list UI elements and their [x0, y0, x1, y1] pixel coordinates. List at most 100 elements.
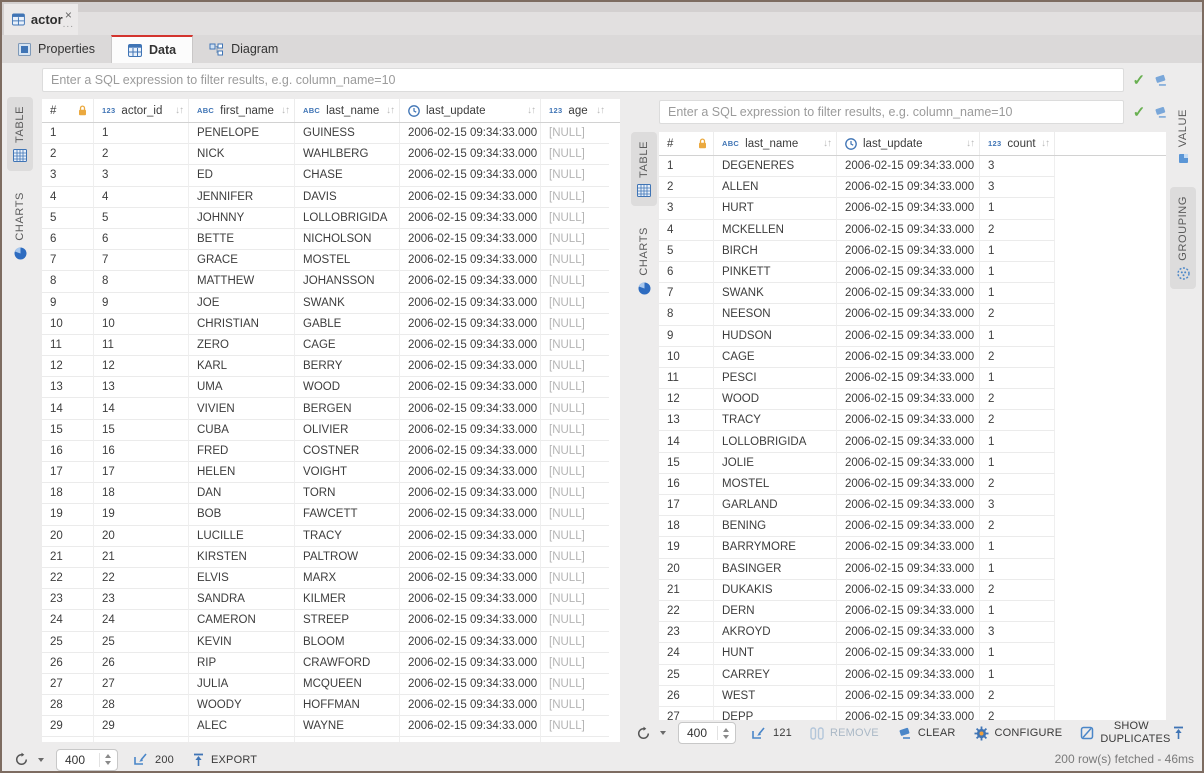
last-name-cell[interactable]: HUNT [714, 643, 837, 664]
last-update-cell[interactable]: 2006-02-15 09:34:33.000 [400, 504, 541, 525]
age-cell[interactable]: [NULL] [541, 314, 609, 335]
last-update-cell[interactable]: 2006-02-15 09:34:33.000 [837, 326, 980, 347]
last-name-cell[interactable]: COSTNER [295, 441, 400, 462]
last-update-cell[interactable]: 2006-02-15 09:34:33.000 [400, 208, 541, 229]
fetch-size-input[interactable] [57, 753, 95, 767]
last-update-cell[interactable]: 2006-02-15 09:34:33.000 [400, 398, 541, 419]
sort-icon[interactable]: ↓↑ [966, 138, 979, 149]
column-header-age[interactable]: 123 age ↓↑ [541, 99, 609, 122]
last-update-cell[interactable]: 2006-02-15 09:34:33.000 [400, 293, 541, 314]
last-update-cell[interactable]: 2006-02-15 09:34:33.000 [837, 516, 980, 537]
tab-overflow-icon[interactable]: ... [63, 20, 74, 29]
count-cell[interactable]: 2 [980, 347, 1055, 368]
actor-id-cell[interactable]: 8 [94, 271, 189, 292]
filter-input-grouping[interactable] [659, 100, 1124, 124]
last-name-cell[interactable]: SWANK [714, 283, 837, 304]
row-number-cell[interactable]: 4 [42, 187, 94, 208]
last-name-cell[interactable]: ALLEN [714, 177, 837, 198]
actor-id-cell[interactable]: 16 [94, 441, 189, 462]
count-cell[interactable]: 3 [980, 177, 1055, 198]
last-name-cell[interactable]: BLOOM [295, 632, 400, 653]
last-update-cell[interactable]: 2006-02-15 09:34:33.000 [837, 537, 980, 558]
last-update-cell[interactable]: 2006-02-15 09:34:33.000 [400, 737, 541, 742]
age-cell[interactable]: [NULL] [541, 568, 609, 589]
age-cell[interactable]: [NULL] [541, 335, 609, 356]
sort-icon[interactable]: ↓↑ [386, 105, 399, 116]
actor-id-cell[interactable]: 1 [94, 123, 189, 144]
last-update-cell[interactable]: 2006-02-15 09:34:33.000 [837, 283, 980, 304]
first-name-cell[interactable]: DAN [189, 483, 295, 504]
count-cell[interactable]: 1 [980, 643, 1055, 664]
row-number-cell[interactable]: 10 [42, 314, 94, 335]
age-cell[interactable]: [NULL] [541, 674, 609, 695]
grouping-side-tab-table[interactable]: TABLE [631, 132, 657, 206]
first-name-cell[interactable]: UMA [189, 377, 295, 398]
actor-id-cell[interactable]: 13 [94, 377, 189, 398]
last-update-cell[interactable]: 2006-02-15 09:34:33.000 [837, 622, 980, 643]
last-update-cell[interactable]: 2006-02-15 09:34:33.000 [400, 653, 541, 674]
row-number-cell[interactable]: 22 [659, 601, 714, 622]
row-number-cell[interactable]: 24 [42, 610, 94, 631]
last-update-cell[interactable]: 2006-02-15 09:34:33.000 [400, 356, 541, 377]
actor-id-cell[interactable]: 23 [94, 589, 189, 610]
last-update-cell[interactable]: 2006-02-15 09:34:33.000 [837, 156, 980, 177]
age-cell[interactable]: [NULL] [541, 462, 609, 483]
side-tab-value[interactable]: VALUE [1170, 100, 1196, 173]
row-number-cell[interactable]: 14 [659, 431, 714, 452]
count-cell[interactable]: 3 [980, 495, 1055, 516]
row-number-header[interactable]: # [42, 99, 94, 122]
spinner-down-icon[interactable] [723, 735, 729, 739]
count-cell[interactable]: 2 [980, 474, 1055, 495]
actor-id-cell[interactable]: 2 [94, 144, 189, 165]
first-name-cell[interactable]: BOB [189, 504, 295, 525]
actor-id-cell[interactable]: 14 [94, 398, 189, 419]
last-update-cell[interactable]: 2006-02-15 09:34:33.000 [400, 187, 541, 208]
age-cell[interactable]: [NULL] [541, 398, 609, 419]
last-name-cell[interactable]: NEESON [714, 304, 837, 325]
last-name-cell[interactable]: LOLLOBRIGIDA [714, 431, 837, 452]
first-name-cell[interactable]: ALEC [189, 716, 295, 737]
last-name-cell[interactable]: CRAWFORD [295, 653, 400, 674]
age-cell[interactable]: [NULL] [541, 716, 609, 737]
last-name-cell[interactable]: CAGE [714, 347, 837, 368]
tab-diagram[interactable]: Diagram [193, 35, 294, 63]
spinner-buttons[interactable] [717, 726, 735, 740]
row-number-cell[interactable]: 9 [659, 326, 714, 347]
last-update-cell[interactable]: 2006-02-15 09:34:33.000 [837, 453, 980, 474]
actor-id-cell[interactable]: 10 [94, 314, 189, 335]
count-cell[interactable]: 1 [980, 537, 1055, 558]
count-cell[interactable]: 2 [980, 389, 1055, 410]
age-cell[interactable]: [NULL] [541, 695, 609, 716]
last-update-cell[interactable]: 2006-02-15 09:34:33.000 [400, 314, 541, 335]
row-number-cell[interactable]: 11 [659, 368, 714, 389]
row-number-header[interactable]: # [659, 132, 714, 155]
row-number-cell[interactable]: 15 [659, 453, 714, 474]
clear-filter-eraser-icon[interactable] [1153, 106, 1168, 119]
actor-id-cell[interactable]: 22 [94, 568, 189, 589]
last-update-cell[interactable]: 2006-02-15 09:34:33.000 [837, 431, 980, 452]
last-name-cell[interactable]: AKROYD [714, 622, 837, 643]
age-cell[interactable]: [NULL] [541, 547, 609, 568]
first-name-cell[interactable]: JENNIFER [189, 187, 295, 208]
row-number-cell[interactable]: 27 [42, 674, 94, 695]
count-cell[interactable]: 2 [980, 580, 1055, 601]
last-name-cell[interactable]: HOFFMAN [295, 695, 400, 716]
last-update-cell[interactable]: 2006-02-15 09:34:33.000 [837, 559, 980, 580]
last-update-cell[interactable]: 2006-02-15 09:34:33.000 [400, 229, 541, 250]
last-name-cell[interactable]: BARRYMORE [714, 537, 837, 558]
filter-input-main[interactable] [42, 68, 1124, 92]
grouping-side-tab-charts[interactable]: CHARTS [631, 218, 657, 304]
fetched-rows-indicator[interactable]: 121 [752, 727, 792, 740]
fetch-size-spinner[interactable] [56, 749, 118, 771]
last-update-cell[interactable]: 2006-02-15 09:34:33.000 [400, 589, 541, 610]
last-name-cell[interactable]: LOLLOBRIGIDA [295, 208, 400, 229]
age-cell[interactable]: [NULL] [541, 250, 609, 271]
last-name-cell[interactable]: MOSTEL [714, 474, 837, 495]
first-name-cell[interactable]: KIRSTEN [189, 547, 295, 568]
first-name-cell[interactable]: ZERO [189, 335, 295, 356]
age-cell[interactable]: [NULL] [541, 187, 609, 208]
last-update-cell[interactable]: 2006-02-15 09:34:33.000 [400, 568, 541, 589]
row-number-cell[interactable]: 26 [42, 653, 94, 674]
last-update-cell[interactable]: 2006-02-15 09:34:33.000 [400, 441, 541, 462]
age-cell[interactable]: [NULL] [541, 653, 609, 674]
